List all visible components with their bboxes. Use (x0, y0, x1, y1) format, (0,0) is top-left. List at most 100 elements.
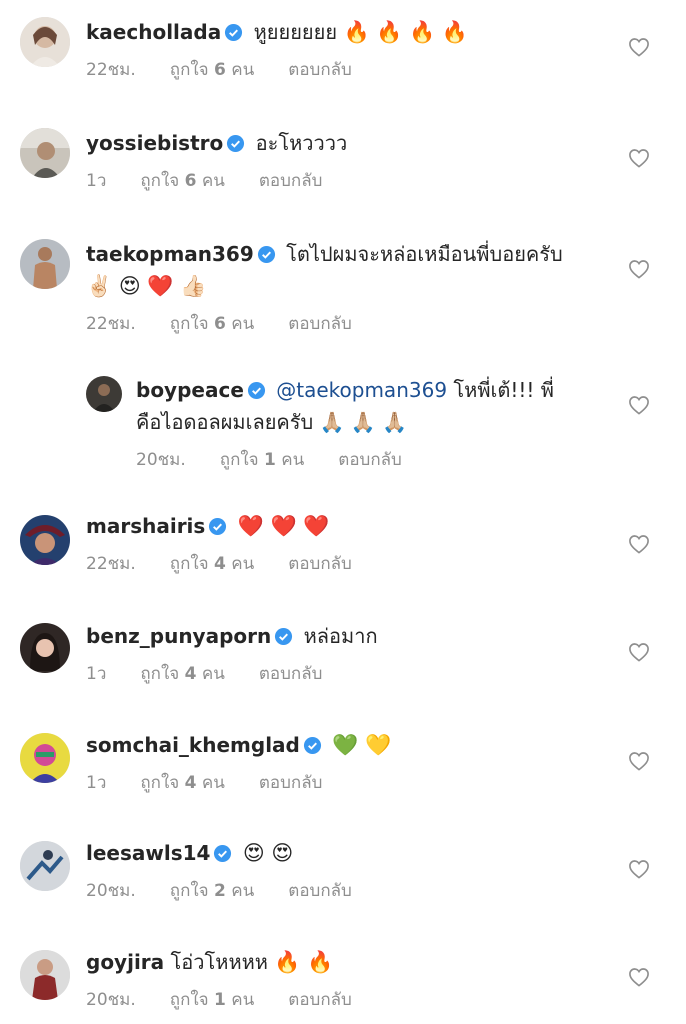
timestamp: 1ว (86, 664, 107, 684)
likes-count[interactable]: ถูกใจ 1 คน (170, 986, 255, 1013)
likes-count[interactable]: ถูกใจ 6 คน (170, 56, 255, 83)
avatar[interactable] (86, 376, 122, 412)
username[interactable]: taekopman369 (86, 242, 254, 266)
timestamp: 1ว (86, 773, 107, 793)
like-heart-icon[interactable] (628, 859, 650, 879)
timestamp: 22ชม. (86, 60, 136, 80)
comment-text: taekopman369 โตไปผมจะหล่อเหมือนพี่บอยครั… (86, 238, 616, 270)
likes-unit: คน (201, 664, 225, 684)
likes-number: 4 (184, 664, 197, 684)
username[interactable]: leesawls14 (86, 841, 210, 865)
likes-unit: คน (231, 881, 255, 901)
username[interactable]: somchai_khemglad (86, 733, 300, 757)
avatar[interactable] (20, 17, 70, 67)
likes-number: 1 (214, 990, 226, 1010)
reply-button[interactable]: ตอบกลับ (288, 877, 352, 904)
avatar[interactable] (20, 128, 70, 178)
verified-badge-icon (224, 23, 243, 42)
comment-meta: 22ชม. ถูกใจ 6 คน ตอบกลับ (86, 310, 616, 337)
likes-number: 6 (184, 171, 197, 191)
comment-emoji: ✌🏻 😍 ❤️ 👍🏻 (86, 274, 207, 298)
likes-count[interactable]: ถูกใจ 1 คน (220, 446, 305, 473)
comment-meta: 22ชม. ถูกใจ 6 คน ตอบกลับ (86, 56, 616, 83)
like-heart-icon[interactable] (628, 751, 650, 771)
comment-meta: 1ว ถูกใจ 4 คน ตอบกลับ (86, 660, 616, 687)
comment-emoji: 🔥 🔥 (274, 950, 334, 974)
likes-count[interactable]: ถูกใจ 6 คน (140, 167, 225, 194)
likes-count[interactable]: ถูกใจ 4 คน (140, 660, 225, 687)
username[interactable]: boypeace (136, 378, 244, 402)
reply-button[interactable]: ตอบกลับ (288, 56, 352, 83)
comment-text: yossiebistro อะโหวววว (86, 127, 616, 159)
avatar[interactable] (20, 950, 70, 1000)
verified-badge-icon (274, 627, 293, 646)
username[interactable]: kaechollada (86, 20, 221, 44)
timestamp: 20ชม. (136, 450, 186, 470)
like-heart-icon[interactable] (628, 967, 650, 987)
likes-number: 2 (214, 881, 226, 901)
avatar[interactable] (20, 239, 70, 289)
likes-count[interactable]: ถูกใจ 4 คน (140, 769, 225, 796)
reply-button[interactable]: ตอบกลับ (259, 660, 323, 687)
like-heart-icon[interactable] (628, 37, 650, 57)
avatar[interactable] (20, 623, 70, 673)
reply-button[interactable]: ตอบกลับ (288, 986, 352, 1013)
comment-meta: 1ว ถูกใจ 6 คน ตอบกลับ (86, 167, 616, 194)
comment-reply-item: boypeace @taekopman369 โหพี่เต้!!! พี่ ค… (0, 374, 686, 474)
likes-unit: คน (231, 990, 255, 1010)
verified-badge-icon (257, 245, 276, 264)
comment-item: taekopman369 โตไปผมจะหล่อเหมือนพี่บอยครั… (0, 238, 686, 338)
username[interactable]: marshairis (86, 514, 205, 538)
comment-emoji: ❤️ ❤️ ❤️ (237, 514, 330, 538)
likes-count[interactable]: ถูกใจ 6 คน (170, 310, 255, 337)
likes-unit: คน (201, 773, 225, 793)
username[interactable]: benz_punyaporn (86, 624, 271, 648)
likes-unit: คน (201, 171, 225, 191)
like-heart-icon[interactable] (628, 395, 650, 415)
comment-meta: 20ชม. ถูกใจ 1 คน ตอบกลับ (136, 446, 616, 473)
likes-label: ถูกใจ (169, 881, 209, 901)
comment-emoji: 💚 💛 (332, 733, 392, 757)
likes-number: 4 (214, 554, 226, 574)
reply-button[interactable]: ตอบกลับ (338, 446, 402, 473)
likes-unit: คน (231, 314, 255, 334)
comment-item: leesawls14 😍 😍 20ชม. ถูกใจ 2 คน ตอบกลับ (0, 837, 686, 927)
likes-number: 1 (264, 450, 276, 470)
username[interactable]: goyjira (86, 950, 164, 974)
reply-button[interactable]: ตอบกลับ (259, 167, 323, 194)
comment-list: kaechollada หูยยยยยย 🔥 🔥 🔥 🔥 22ชม. ถูกใจ… (0, 0, 686, 1024)
verified-badge-icon (226, 134, 245, 153)
like-heart-icon[interactable] (628, 148, 650, 168)
like-heart-icon[interactable] (628, 534, 650, 554)
comment-meta: 1ว ถูกใจ 4 คน ตอบกลับ (86, 769, 616, 796)
avatar[interactable] (20, 733, 70, 783)
reply-button[interactable]: ตอบกลับ (259, 769, 323, 796)
verified-badge-icon (303, 736, 322, 755)
mention-link[interactable]: @taekopman369 (276, 378, 447, 402)
avatar[interactable] (20, 515, 70, 565)
avatar[interactable] (20, 841, 70, 891)
comment-body: โอ่วโหหหห (170, 950, 268, 974)
like-heart-icon[interactable] (628, 642, 650, 662)
reply-button[interactable]: ตอบกลับ (288, 310, 352, 337)
timestamp: 1ว (86, 171, 107, 191)
likes-count[interactable]: ถูกใจ 2 คน (170, 877, 255, 904)
likes-count[interactable]: ถูกใจ 4 คน (170, 550, 255, 577)
comment-emoji: 🔥 🔥 🔥 🔥 (343, 20, 469, 44)
comment-text: kaechollada หูยยยยยย 🔥 🔥 🔥 🔥 (86, 16, 616, 48)
comment-text: somchai_khemglad 💚 💛 (86, 729, 616, 761)
timestamp: 20ชม. (86, 990, 136, 1010)
comment-body: โหพี่เต้!!! พี่ (453, 378, 554, 402)
reply-button[interactable]: ตอบกลับ (288, 550, 352, 577)
likes-label: ถูกใจ (169, 60, 209, 80)
timestamp: 20ชม. (86, 881, 136, 901)
timestamp: 22ชม. (86, 554, 136, 574)
comment-body: หูยยยยยย (253, 20, 338, 44)
likes-label: ถูกใจ (169, 314, 209, 334)
comment-meta: 20ชม. ถูกใจ 2 คน ตอบกลับ (86, 877, 616, 904)
comment-text-continued: คือไอดอลผมเลยครับ 🙏🏼 🙏🏼 🙏🏼 (136, 410, 408, 434)
like-heart-icon[interactable] (628, 259, 650, 279)
comment-meta: 20ชม. ถูกใจ 1 คน ตอบกลับ (86, 986, 616, 1013)
username[interactable]: yossiebistro (86, 131, 223, 155)
likes-number: 4 (184, 773, 197, 793)
